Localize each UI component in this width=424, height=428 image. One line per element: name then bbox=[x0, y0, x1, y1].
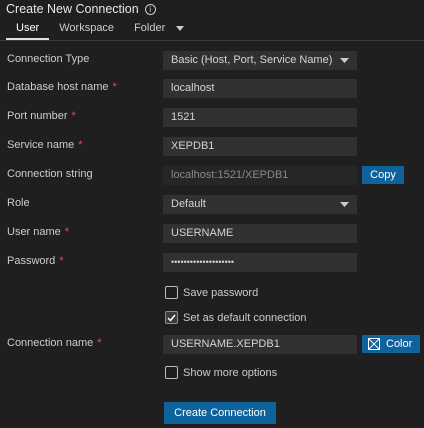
connection-string-label-text: Connection string bbox=[7, 168, 93, 180]
connection-type-value: Basic (Host, Port, Service Name) bbox=[171, 54, 333, 66]
required-mark: * bbox=[59, 255, 64, 267]
role-label: Role bbox=[7, 196, 30, 210]
role-select[interactable]: Default bbox=[163, 195, 357, 214]
page-title: Create New Connection bbox=[6, 2, 139, 16]
color-button[interactable]: Color bbox=[362, 335, 420, 353]
copy-button[interactable]: Copy bbox=[362, 166, 404, 184]
save-password-label: Save password bbox=[183, 286, 259, 299]
port-label: Port number * bbox=[7, 109, 76, 123]
chevron-down-icon bbox=[176, 25, 185, 31]
required-mark: * bbox=[64, 226, 70, 238]
show-more-checkbox[interactable] bbox=[165, 366, 178, 379]
create-connection-panel: Create New Connection i User Workspace F… bbox=[0, 0, 424, 428]
connection-type-label: Connection Type bbox=[7, 52, 89, 66]
service-input[interactable]: XEPDB1 bbox=[163, 137, 357, 156]
password-input[interactable]: •••••••••••••••••••• bbox=[163, 253, 357, 272]
chevron-down-icon bbox=[340, 202, 349, 207]
color-button-label: Color bbox=[386, 338, 413, 350]
host-input[interactable]: localhost bbox=[163, 79, 357, 98]
connection-type-label-text: Connection Type bbox=[7, 53, 90, 65]
default-connection-option[interactable]: Set as default connection bbox=[165, 311, 307, 324]
role-value: Default bbox=[171, 198, 206, 210]
save-password-option[interactable]: Save password bbox=[165, 286, 258, 299]
tab-workspace[interactable]: Workspace bbox=[49, 21, 124, 40]
tabs-divider bbox=[0, 40, 424, 41]
show-more-option[interactable]: Show more options bbox=[165, 366, 277, 379]
folder-dropdown-button[interactable] bbox=[175, 21, 185, 35]
create-connection-button[interactable]: Create Connection bbox=[164, 402, 276, 424]
password-label: Password * bbox=[7, 254, 64, 268]
password-label-text: Password bbox=[7, 255, 56, 267]
no-color-swatch-icon bbox=[368, 338, 380, 350]
connection-name-label-text: Connection name bbox=[7, 337, 94, 349]
connection-string-field: localhost:1521/XEPDB1 bbox=[163, 166, 357, 185]
username-label-text: User name bbox=[7, 226, 61, 238]
save-password-checkbox[interactable] bbox=[165, 286, 178, 299]
show-more-label: Show more options bbox=[183, 366, 278, 379]
service-label: Service name * bbox=[7, 138, 83, 152]
role-label-text: Role bbox=[7, 197, 30, 209]
tab-folder[interactable]: Folder bbox=[124, 21, 175, 40]
default-connection-label: Set as default connection bbox=[183, 311, 307, 324]
connection-name-label: Connection name * bbox=[7, 336, 102, 350]
chevron-down-icon bbox=[340, 58, 349, 63]
required-mark: * bbox=[97, 337, 102, 349]
connection-type-select[interactable]: Basic (Host, Port, Service Name) bbox=[163, 51, 357, 70]
info-icon[interactable]: i bbox=[144, 3, 156, 15]
username-input[interactable]: USERNAME bbox=[163, 224, 357, 243]
username-label: User name * bbox=[7, 225, 69, 239]
port-input[interactable]: 1521 bbox=[163, 108, 357, 127]
title-row: Create New Connection i bbox=[6, 2, 156, 16]
port-label-text: Port number bbox=[7, 110, 68, 122]
scope-tabs: User Workspace Folder bbox=[6, 21, 185, 40]
service-label-text: Service name bbox=[7, 139, 75, 151]
required-mark: * bbox=[78, 139, 83, 151]
host-label: Database host name * bbox=[7, 80, 117, 94]
connection-name-input[interactable]: USERNAME.XEPDB1 bbox=[163, 335, 357, 354]
host-label-text: Database host name bbox=[7, 81, 109, 93]
tab-user[interactable]: User bbox=[6, 21, 50, 40]
connection-string-label: Connection string bbox=[7, 167, 93, 181]
default-connection-checkbox[interactable] bbox=[165, 311, 178, 324]
required-mark: * bbox=[71, 110, 76, 122]
required-mark: * bbox=[112, 81, 117, 93]
checkmark-icon bbox=[167, 314, 176, 322]
